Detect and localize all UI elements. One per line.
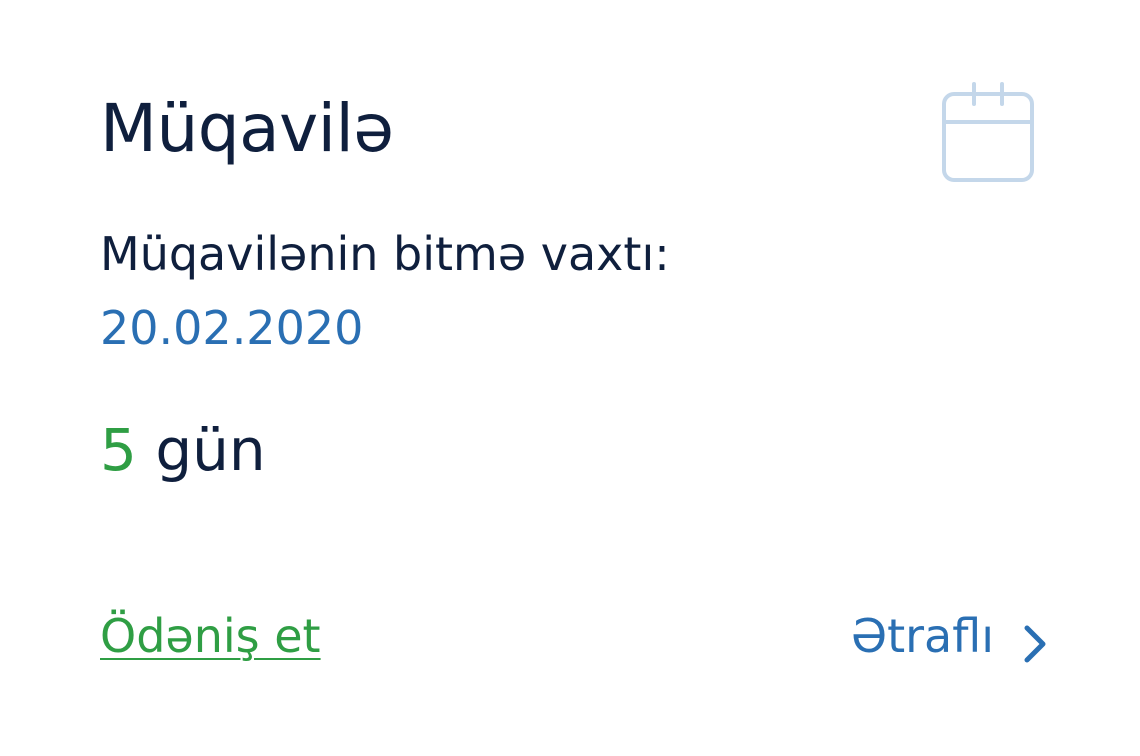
- more-details-link[interactable]: Ətraflı: [851, 604, 1048, 668]
- calendar-icon: [940, 82, 1036, 184]
- contract-end-label: Müqavilənin bitmə vaxtı:: [100, 227, 670, 281]
- contract-card: Müqavilə Müqavilənin bitmə vaxtı: 20.02.…: [0, 0, 1140, 756]
- chevron-right-icon: [1022, 616, 1048, 663]
- pay-link[interactable]: Ödəniş et: [100, 604, 321, 668]
- days-unit: gün: [155, 416, 266, 484]
- contract-end-date: 20.02.2020: [100, 301, 364, 355]
- days-remaining: 5 gün: [100, 410, 266, 490]
- more-details-label: Ətraflı: [850, 609, 994, 663]
- card-title: Müqavilə: [100, 90, 394, 167]
- days-count: 5: [100, 416, 137, 484]
